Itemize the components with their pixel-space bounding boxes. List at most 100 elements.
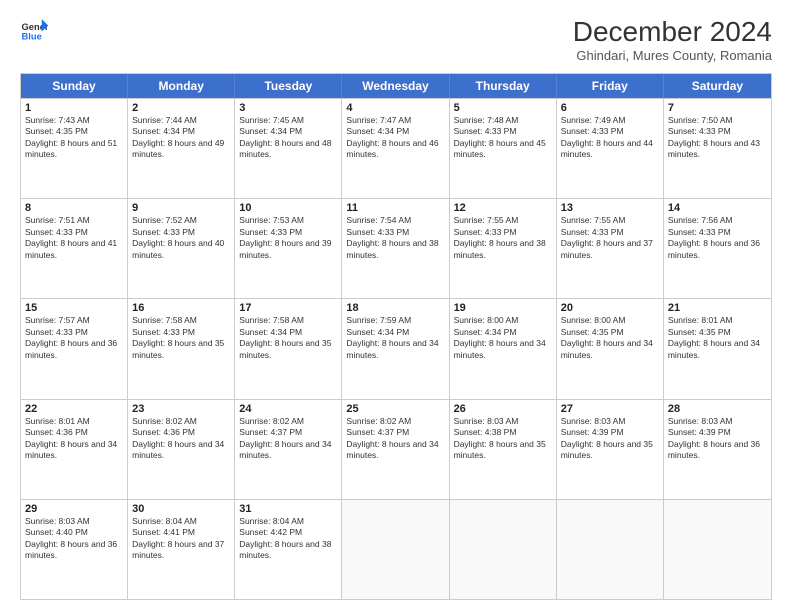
calendar-cell: 30Sunrise: 8:04 AM Sunset: 4:41 PM Dayli…	[128, 500, 235, 599]
calendar: SundayMondayTuesdayWednesdayThursdayFrid…	[20, 73, 772, 600]
calendar-cell: 23Sunrise: 8:02 AM Sunset: 4:36 PM Dayli…	[128, 400, 235, 499]
calendar-cell: 3Sunrise: 7:45 AM Sunset: 4:34 PM Daylig…	[235, 99, 342, 198]
calendar-header: SundayMondayTuesdayWednesdayThursdayFrid…	[21, 74, 771, 98]
day-info: Sunrise: 8:02 AM Sunset: 4:37 PM Dayligh…	[346, 416, 444, 462]
day-info: Sunrise: 7:56 AM Sunset: 4:33 PM Dayligh…	[668, 215, 767, 261]
header-cell-sunday: Sunday	[21, 74, 128, 98]
day-number: 12	[454, 202, 552, 214]
day-info: Sunrise: 8:00 AM Sunset: 4:35 PM Dayligh…	[561, 315, 659, 361]
day-number: 16	[132, 302, 230, 314]
day-info: Sunrise: 7:58 AM Sunset: 4:33 PM Dayligh…	[132, 315, 230, 361]
day-info: Sunrise: 7:48 AM Sunset: 4:33 PM Dayligh…	[454, 115, 552, 161]
svg-text:Blue: Blue	[22, 31, 42, 41]
calendar-cell: 2Sunrise: 7:44 AM Sunset: 4:34 PM Daylig…	[128, 99, 235, 198]
day-number: 10	[239, 202, 337, 214]
day-info: Sunrise: 8:00 AM Sunset: 4:34 PM Dayligh…	[454, 315, 552, 361]
calendar-cell: 13Sunrise: 7:55 AM Sunset: 4:33 PM Dayli…	[557, 199, 664, 298]
calendar-row-3: 22Sunrise: 8:01 AM Sunset: 4:36 PM Dayli…	[21, 399, 771, 499]
calendar-cell: 6Sunrise: 7:49 AM Sunset: 4:33 PM Daylig…	[557, 99, 664, 198]
day-number: 4	[346, 102, 444, 114]
day-number: 25	[346, 403, 444, 415]
day-number: 21	[668, 302, 767, 314]
day-number: 13	[561, 202, 659, 214]
calendar-cell: 5Sunrise: 7:48 AM Sunset: 4:33 PM Daylig…	[450, 99, 557, 198]
day-number: 8	[25, 202, 123, 214]
day-info: Sunrise: 7:43 AM Sunset: 4:35 PM Dayligh…	[25, 115, 123, 161]
header-cell-wednesday: Wednesday	[342, 74, 449, 98]
day-number: 26	[454, 403, 552, 415]
day-number: 29	[25, 503, 123, 515]
day-info: Sunrise: 8:02 AM Sunset: 4:36 PM Dayligh…	[132, 416, 230, 462]
day-number: 3	[239, 102, 337, 114]
calendar-cell	[664, 500, 771, 599]
calendar-cell: 17Sunrise: 7:58 AM Sunset: 4:34 PM Dayli…	[235, 299, 342, 398]
calendar-cell: 19Sunrise: 8:00 AM Sunset: 4:34 PM Dayli…	[450, 299, 557, 398]
day-info: Sunrise: 7:55 AM Sunset: 4:33 PM Dayligh…	[561, 215, 659, 261]
calendar-cell	[557, 500, 664, 599]
calendar-row-1: 8Sunrise: 7:51 AM Sunset: 4:33 PM Daylig…	[21, 198, 771, 298]
day-number: 9	[132, 202, 230, 214]
day-info: Sunrise: 7:47 AM Sunset: 4:34 PM Dayligh…	[346, 115, 444, 161]
day-info: Sunrise: 7:58 AM Sunset: 4:34 PM Dayligh…	[239, 315, 337, 361]
day-info: Sunrise: 7:59 AM Sunset: 4:34 PM Dayligh…	[346, 315, 444, 361]
day-number: 19	[454, 302, 552, 314]
day-number: 14	[668, 202, 767, 214]
calendar-cell: 22Sunrise: 8:01 AM Sunset: 4:36 PM Dayli…	[21, 400, 128, 499]
day-info: Sunrise: 7:51 AM Sunset: 4:33 PM Dayligh…	[25, 215, 123, 261]
day-info: Sunrise: 7:44 AM Sunset: 4:34 PM Dayligh…	[132, 115, 230, 161]
calendar-cell	[342, 500, 449, 599]
day-number: 30	[132, 503, 230, 515]
day-info: Sunrise: 8:03 AM Sunset: 4:38 PM Dayligh…	[454, 416, 552, 462]
day-number: 22	[25, 403, 123, 415]
calendar-cell: 28Sunrise: 8:03 AM Sunset: 4:39 PM Dayli…	[664, 400, 771, 499]
header-cell-monday: Monday	[128, 74, 235, 98]
day-info: Sunrise: 8:04 AM Sunset: 4:41 PM Dayligh…	[132, 516, 230, 562]
day-number: 1	[25, 102, 123, 114]
calendar-cell: 21Sunrise: 8:01 AM Sunset: 4:35 PM Dayli…	[664, 299, 771, 398]
day-info: Sunrise: 7:50 AM Sunset: 4:33 PM Dayligh…	[668, 115, 767, 161]
day-info: Sunrise: 7:49 AM Sunset: 4:33 PM Dayligh…	[561, 115, 659, 161]
calendar-cell	[450, 500, 557, 599]
logo-icon: General Blue	[20, 16, 48, 44]
calendar-row-0: 1Sunrise: 7:43 AM Sunset: 4:35 PM Daylig…	[21, 98, 771, 198]
day-info: Sunrise: 8:04 AM Sunset: 4:42 PM Dayligh…	[239, 516, 337, 562]
calendar-cell: 16Sunrise: 7:58 AM Sunset: 4:33 PM Dayli…	[128, 299, 235, 398]
day-number: 11	[346, 202, 444, 214]
day-info: Sunrise: 8:02 AM Sunset: 4:37 PM Dayligh…	[239, 416, 337, 462]
calendar-cell: 10Sunrise: 7:53 AM Sunset: 4:33 PM Dayli…	[235, 199, 342, 298]
calendar-cell: 7Sunrise: 7:50 AM Sunset: 4:33 PM Daylig…	[664, 99, 771, 198]
day-number: 27	[561, 403, 659, 415]
header-cell-thursday: Thursday	[450, 74, 557, 98]
day-number: 2	[132, 102, 230, 114]
calendar-cell: 20Sunrise: 8:00 AM Sunset: 4:35 PM Dayli…	[557, 299, 664, 398]
logo: General Blue	[20, 16, 48, 44]
day-number: 31	[239, 503, 337, 515]
day-info: Sunrise: 8:03 AM Sunset: 4:39 PM Dayligh…	[668, 416, 767, 462]
calendar-cell: 8Sunrise: 7:51 AM Sunset: 4:33 PM Daylig…	[21, 199, 128, 298]
page-header: General Blue December 2024 Ghindari, Mur…	[20, 16, 772, 63]
header-cell-saturday: Saturday	[664, 74, 771, 98]
calendar-cell: 18Sunrise: 7:59 AM Sunset: 4:34 PM Dayli…	[342, 299, 449, 398]
day-number: 17	[239, 302, 337, 314]
calendar-cell: 27Sunrise: 8:03 AM Sunset: 4:39 PM Dayli…	[557, 400, 664, 499]
calendar-cell: 15Sunrise: 7:57 AM Sunset: 4:33 PM Dayli…	[21, 299, 128, 398]
calendar-cell: 4Sunrise: 7:47 AM Sunset: 4:34 PM Daylig…	[342, 99, 449, 198]
calendar-page: General Blue December 2024 Ghindari, Mur…	[0, 0, 792, 612]
calendar-cell: 26Sunrise: 8:03 AM Sunset: 4:38 PM Dayli…	[450, 400, 557, 499]
day-number: 20	[561, 302, 659, 314]
day-number: 24	[239, 403, 337, 415]
calendar-row-2: 15Sunrise: 7:57 AM Sunset: 4:33 PM Dayli…	[21, 298, 771, 398]
day-number: 23	[132, 403, 230, 415]
day-info: Sunrise: 8:01 AM Sunset: 4:35 PM Dayligh…	[668, 315, 767, 361]
day-info: Sunrise: 8:03 AM Sunset: 4:40 PM Dayligh…	[25, 516, 123, 562]
calendar-cell: 1Sunrise: 7:43 AM Sunset: 4:35 PM Daylig…	[21, 99, 128, 198]
header-cell-tuesday: Tuesday	[235, 74, 342, 98]
title-block: December 2024 Ghindari, Mures County, Ro…	[573, 16, 772, 63]
day-info: Sunrise: 8:03 AM Sunset: 4:39 PM Dayligh…	[561, 416, 659, 462]
calendar-cell: 12Sunrise: 7:55 AM Sunset: 4:33 PM Dayli…	[450, 199, 557, 298]
calendar-cell: 11Sunrise: 7:54 AM Sunset: 4:33 PM Dayli…	[342, 199, 449, 298]
day-info: Sunrise: 7:55 AM Sunset: 4:33 PM Dayligh…	[454, 215, 552, 261]
page-title: December 2024	[573, 16, 772, 48]
day-number: 28	[668, 403, 767, 415]
day-number: 15	[25, 302, 123, 314]
